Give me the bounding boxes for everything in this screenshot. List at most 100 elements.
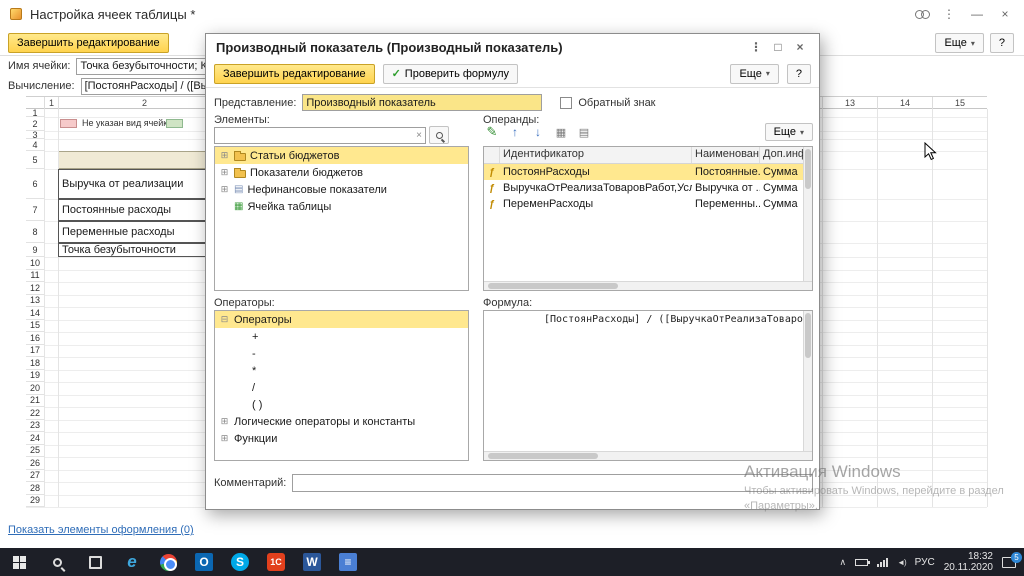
table-view-icon[interactable]: ▦	[552, 123, 570, 141]
battery-icon[interactable]	[855, 559, 868, 566]
more-button[interactable]: Еще ▾	[935, 33, 983, 53]
tray-chevron-up-icon[interactable]: ∧	[839, 557, 846, 568]
column-header[interactable]: 1	[44, 97, 58, 109]
check-formula-button[interactable]: ✓ Проверить формулу	[383, 64, 518, 84]
row-number[interactable]: 4	[26, 139, 44, 151]
row-number[interactable]: 24	[26, 432, 44, 445]
task-view-button[interactable]	[76, 548, 114, 576]
row-number[interactable]: 3	[26, 131, 44, 139]
onec-taskbar-button[interactable]: 1С	[258, 548, 294, 576]
formula-horizontal-scrollbar[interactable]	[484, 451, 812, 460]
finish-editing-button[interactable]: Завершить редактирование	[8, 33, 169, 53]
row-number[interactable]: 20	[26, 382, 44, 395]
search-button[interactable]	[429, 126, 449, 144]
operands-horizontal-scrollbar[interactable]	[484, 281, 812, 290]
operands-column-header[interactable]: Наименован...	[692, 147, 760, 163]
scroll-thumb[interactable]	[488, 453, 598, 459]
tree-item[interactable]: ( )	[215, 396, 468, 413]
presentation-input[interactable]: Производный показатель	[302, 94, 542, 111]
row-number[interactable]: 1	[26, 109, 44, 117]
maximize-icon[interactable]: □	[769, 40, 787, 54]
formula-vertical-scrollbar[interactable]	[803, 311, 812, 451]
row-number[interactable]: 28	[26, 482, 44, 495]
row-number[interactable]: 6	[26, 169, 44, 199]
close-icon[interactable]: ×	[996, 7, 1014, 21]
tree-item[interactable]: ⊞Статьи бюджетов	[215, 147, 468, 164]
more-button[interactable]: Еще ▾	[730, 64, 778, 84]
list-view-icon[interactable]: ▤	[575, 123, 593, 141]
notes-taskbar-button[interactable]: ≡	[330, 548, 366, 576]
tree-item[interactable]: ⊞Функции	[215, 430, 468, 447]
taskbar-search-button[interactable]	[38, 548, 76, 576]
tree-item[interactable]: /	[215, 379, 468, 396]
row-number[interactable]: 9	[26, 243, 44, 257]
row-number[interactable]: 16	[26, 332, 44, 345]
tree-item[interactable]: ▦Ячейка таблицы	[215, 198, 468, 215]
row-number[interactable]: 7	[26, 199, 44, 221]
tree-item[interactable]: *	[215, 362, 468, 379]
skype-taskbar-button[interactable]: S	[222, 548, 258, 576]
edit-icon[interactable]: ✎	[483, 123, 501, 141]
row-number[interactable]: 15	[26, 320, 44, 333]
chrome-taskbar-button[interactable]	[150, 548, 186, 576]
row-number[interactable]: 19	[26, 370, 44, 383]
edge-taskbar-button[interactable]: e	[114, 548, 150, 576]
row-number[interactable]: 25	[26, 445, 44, 458]
operand-row[interactable]: ƒПеременРасходыПеременны...Сумма	[484, 196, 812, 212]
operand-row[interactable]: ƒВыручкаОтРеализаТоваровРабот,УслугВыруч…	[484, 180, 812, 196]
help-button[interactable]: ?	[787, 64, 811, 84]
operands-more-button[interactable]: Еще ▾	[765, 123, 813, 141]
language-indicator[interactable]: РУС	[915, 557, 935, 568]
scroll-thumb[interactable]	[488, 283, 618, 289]
notification-center-icon[interactable]: 5	[1002, 557, 1016, 568]
formula-text[interactable]: [ПостоянРасходы] / ([ВыручкаОтРеализаТов…	[484, 311, 812, 328]
search-input[interactable]: ×	[214, 127, 426, 144]
row-number[interactable]: 11	[26, 270, 44, 283]
comment-input[interactable]	[292, 474, 813, 492]
operand-row[interactable]: ƒПостоянРасходыПостоянные...Сумма	[484, 164, 812, 180]
row-number[interactable]: 14	[26, 307, 44, 320]
outlook-taskbar-button[interactable]: O	[186, 548, 222, 576]
inverse-sign-checkbox[interactable]	[560, 97, 572, 109]
scroll-thumb[interactable]	[805, 149, 811, 189]
column-header[interactable]: 13	[822, 97, 877, 109]
volume-icon[interactable]: ◄)	[897, 558, 906, 567]
row-number[interactable]: 22	[26, 407, 44, 420]
row-number[interactable]: 10	[26, 257, 44, 270]
column-header[interactable]: 15	[932, 97, 987, 109]
row-number[interactable]: 21	[26, 395, 44, 408]
row-number[interactable]: 5	[26, 151, 44, 169]
row-number[interactable]: 27	[26, 470, 44, 483]
row-number[interactable]: 26	[26, 457, 44, 470]
minimize-icon[interactable]: —	[968, 7, 986, 21]
start-button[interactable]	[0, 548, 38, 576]
word-taskbar-button[interactable]: W	[294, 548, 330, 576]
row-number[interactable]: 23	[26, 420, 44, 433]
expand-icon[interactable]: ⊞	[219, 184, 230, 195]
kebab-menu-icon[interactable]: ⋮	[747, 40, 765, 54]
show-design-elements-link[interactable]: Показать элементы оформления (0)	[8, 524, 194, 536]
finish-editing-button[interactable]: Завершить редактирование	[214, 64, 375, 84]
expand-icon[interactable]: ⊟	[219, 314, 230, 325]
expand-icon[interactable]: ⊞	[219, 416, 230, 427]
network-icon[interactable]	[877, 558, 888, 567]
column-header[interactable]: 14	[877, 97, 932, 109]
row-number[interactable]: 8	[26, 221, 44, 243]
tree-item[interactable]: ⊟Операторы	[215, 311, 468, 328]
expand-icon[interactable]: ⊞	[219, 150, 230, 161]
kebab-menu-icon[interactable]: ⋮	[940, 7, 958, 21]
row-number[interactable]: 17	[26, 345, 44, 358]
tree-item[interactable]: ⊞▤Нефинансовые показатели	[215, 181, 468, 198]
row-number[interactable]: 12	[26, 282, 44, 295]
tree-item[interactable]: +	[215, 328, 468, 345]
expand-icon[interactable]: ⊞	[219, 167, 230, 178]
row-number[interactable]: 13	[26, 295, 44, 308]
close-icon[interactable]: ×	[791, 40, 809, 54]
clock[interactable]: 18:32 20.11.2020	[944, 551, 993, 573]
link-icon[interactable]	[915, 8, 930, 20]
expand-icon[interactable]: ⊞	[219, 433, 230, 444]
tree-item[interactable]: -	[215, 345, 468, 362]
row-number[interactable]: 29	[26, 495, 44, 508]
help-button[interactable]: ?	[990, 33, 1014, 53]
row-number[interactable]: 18	[26, 357, 44, 370]
